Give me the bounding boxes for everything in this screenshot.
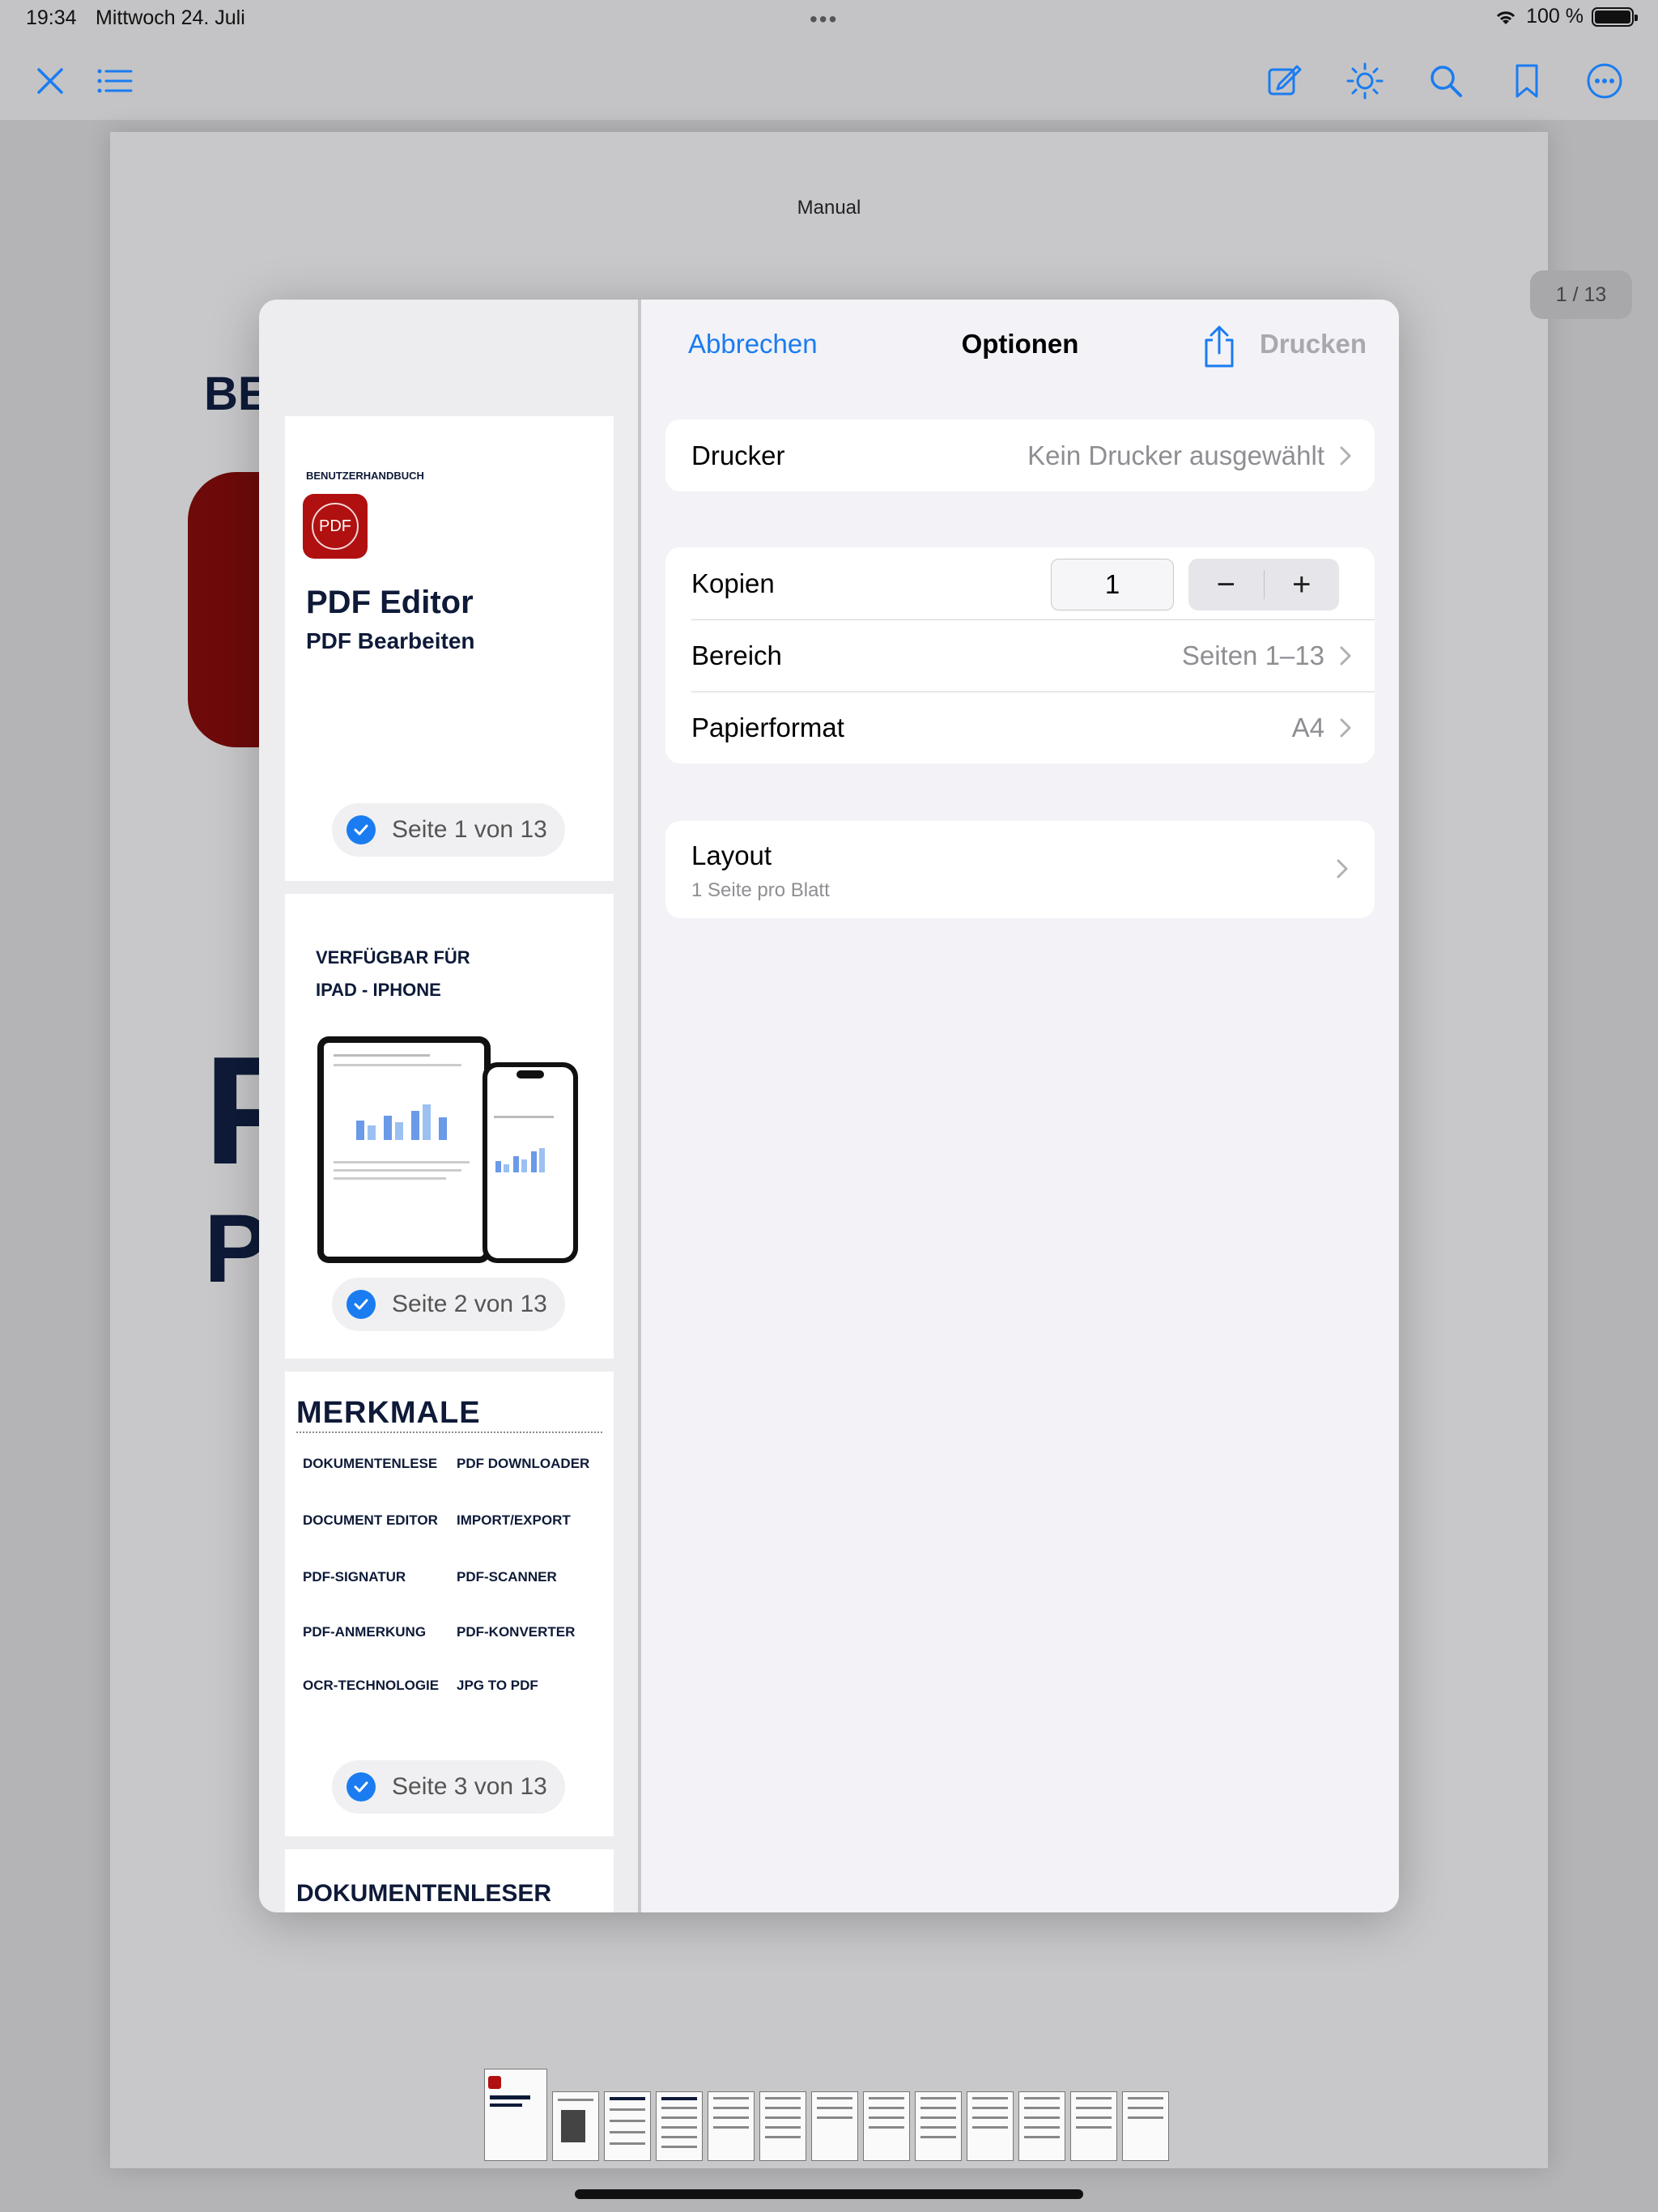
brightness-icon[interactable] xyxy=(1342,58,1388,104)
page-label: Seite 1 von 13 xyxy=(392,816,547,843)
page2-line1: VERFÜGBAR FÜR xyxy=(316,947,470,968)
list-icon[interactable] xyxy=(92,58,138,104)
page-thumbnail[interactable] xyxy=(863,2091,910,2161)
layout-group: Layout 1 Seite pro Blatt xyxy=(665,821,1375,918)
decrement-button[interactable]: − xyxy=(1188,559,1264,610)
layout-row[interactable]: Layout 1 Seite pro Blatt xyxy=(665,821,1375,918)
edit-icon[interactable] xyxy=(1261,58,1307,104)
printer-label: Drucker xyxy=(691,440,785,470)
preview-page-1[interactable]: BENUTZERHANDBUCH PDF PDF Editor PDF Bear… xyxy=(285,416,614,881)
feature-item: PDF-ANMERKUNG xyxy=(303,1624,427,1640)
battery-icon xyxy=(1592,6,1638,27)
page-thumbnail[interactable] xyxy=(656,2091,703,2161)
page-thumbnail[interactable] xyxy=(708,2091,755,2161)
feature-item: PDF DOWNLOADER xyxy=(457,1456,590,1471)
chevron-right-icon xyxy=(1340,646,1351,665)
copies-group: Kopien 1 − + Bereich Seiten 1–13 Papierf… xyxy=(665,547,1375,764)
page-thumbnail[interactable] xyxy=(915,2091,962,2161)
page-thumbnail[interactable] xyxy=(484,2069,547,2161)
print-button[interactable]: Drucken xyxy=(1260,329,1367,359)
print-options-dialog: BENUTZERHANDBUCH PDF PDF Editor PDF Bear… xyxy=(259,300,1399,1912)
page-thumbnail[interactable] xyxy=(967,2091,1014,2161)
page-thumbnail[interactable] xyxy=(1070,2091,1117,2161)
range-label: Bereich xyxy=(691,640,782,670)
more-icon[interactable] xyxy=(1582,58,1627,104)
page4-title: DOKUMENTENLESER xyxy=(296,1880,552,1907)
checkmark-icon xyxy=(346,1290,376,1319)
ipad-mockup xyxy=(317,1036,491,1263)
feature-item: PDF-SCANNER xyxy=(457,1569,557,1585)
copies-input[interactable]: 1 xyxy=(1051,559,1174,610)
print-preview-panel[interactable]: BENUTZERHANDBUCH PDF PDF Editor PDF Bear… xyxy=(259,300,640,1912)
preview-page-4[interactable]: DOKUMENTENLESER xyxy=(285,1849,614,1912)
wifi-icon xyxy=(1497,11,1516,24)
checkmark-icon xyxy=(346,815,376,844)
chevron-right-icon xyxy=(1337,859,1348,878)
feature-item: JPG TO PDF xyxy=(457,1678,538,1693)
close-icon[interactable] xyxy=(28,58,73,104)
share-icon[interactable] xyxy=(1200,324,1239,369)
pdf-app-logo: PDF xyxy=(303,494,368,559)
page-thumbnail[interactable] xyxy=(811,2091,858,2161)
chevron-right-icon xyxy=(1340,446,1351,465)
cancel-button[interactable]: Abbrechen xyxy=(688,329,818,359)
chevron-right-icon xyxy=(1340,718,1351,737)
page-thumbnail[interactable] xyxy=(604,2091,651,2161)
options-panel: Abbrechen Optionen Drucken Drucker Kein … xyxy=(641,300,1399,1912)
page-thumbnail[interactable] xyxy=(1122,2091,1169,2161)
printer-value: Kein Drucker ausgewählt xyxy=(1027,440,1324,470)
feature-item: DOKUMENTENLESE xyxy=(303,1456,438,1471)
bookmark-icon[interactable] xyxy=(1504,58,1550,104)
range-row[interactable]: Bereich Seiten 1–13 xyxy=(665,619,1375,691)
feature-item: OCR-TECHNOLOGIE xyxy=(303,1678,440,1693)
search-icon[interactable] xyxy=(1423,58,1469,104)
page-select-badge[interactable]: Seite 3 von 13 xyxy=(332,1760,565,1814)
page1-subtitle: PDF Bearbeiten xyxy=(306,628,475,653)
paper-size-label: Papierformat xyxy=(691,712,844,742)
multitasking-dots[interactable]: ••• xyxy=(810,6,838,32)
iphone-mockup xyxy=(483,1062,578,1263)
document-header: Manual xyxy=(797,197,861,219)
feature-item: DOCUMENT EDITOR xyxy=(303,1512,438,1528)
copies-label: Kopien xyxy=(691,568,775,598)
checkmark-icon xyxy=(346,1772,376,1802)
divider xyxy=(296,1431,602,1433)
home-indicator[interactable] xyxy=(575,2189,1083,2199)
preview-page-2[interactable]: VERFÜGBAR FÜR IPAD - IPHONE Seite 2 von … xyxy=(285,894,614,1359)
layout-label: Layout xyxy=(691,840,772,870)
page1-overline: BENUTZERHANDBUCH xyxy=(306,470,424,482)
printer-group: Drucker Kein Drucker ausgewählt xyxy=(665,419,1375,491)
copies-row: Kopien 1 − + xyxy=(665,547,1375,619)
paper-size-value: A4 xyxy=(1291,712,1324,742)
page-select-badge[interactable]: Seite 2 von 13 xyxy=(332,1278,565,1331)
paper-size-row[interactable]: Papierformat A4 xyxy=(665,691,1375,764)
page3-title: MERKMALE xyxy=(296,1396,481,1430)
feature-item: PDF-SIGNATUR xyxy=(303,1569,406,1585)
page-label: Seite 3 von 13 xyxy=(392,1773,547,1800)
feature-item: IMPORT/EXPORT xyxy=(457,1512,571,1528)
status-time: 19:34 xyxy=(26,6,77,29)
page1-title: PDF Editor xyxy=(306,585,474,620)
page-label: Seite 2 von 13 xyxy=(392,1291,547,1317)
layout-value: 1 Seite pro Blatt xyxy=(691,879,830,901)
page-indicator: 1 / 13 xyxy=(1530,270,1632,319)
page-thumbnail[interactable] xyxy=(759,2091,806,2161)
feature-item: PDF-KONVERTER xyxy=(457,1624,576,1640)
status-bar: 19:34 Mittwoch 24. Juli ••• 100 % xyxy=(0,0,1658,40)
page2-line2: IPAD - IPHONE xyxy=(316,980,441,1000)
page-thumbnail[interactable] xyxy=(1018,2091,1065,2161)
range-value: Seiten 1–13 xyxy=(1181,640,1324,670)
page-thumbnail[interactable] xyxy=(552,2091,599,2161)
increment-button[interactable]: + xyxy=(1265,559,1340,610)
preview-page-3[interactable]: MERKMALE DOKUMENTENLESE PDF DOWNLOADER D… xyxy=(285,1372,614,1836)
battery-percent: 100 % xyxy=(1526,5,1584,28)
status-date: Mittwoch 24. Juli xyxy=(96,6,245,29)
printer-row[interactable]: Drucker Kein Drucker ausgewählt xyxy=(665,419,1375,491)
copies-stepper: − + xyxy=(1188,559,1339,610)
page-thumbnail-strip[interactable] xyxy=(484,2069,1169,2161)
page-select-badge[interactable]: Seite 1 von 13 xyxy=(332,803,565,857)
top-toolbar xyxy=(0,40,1658,120)
